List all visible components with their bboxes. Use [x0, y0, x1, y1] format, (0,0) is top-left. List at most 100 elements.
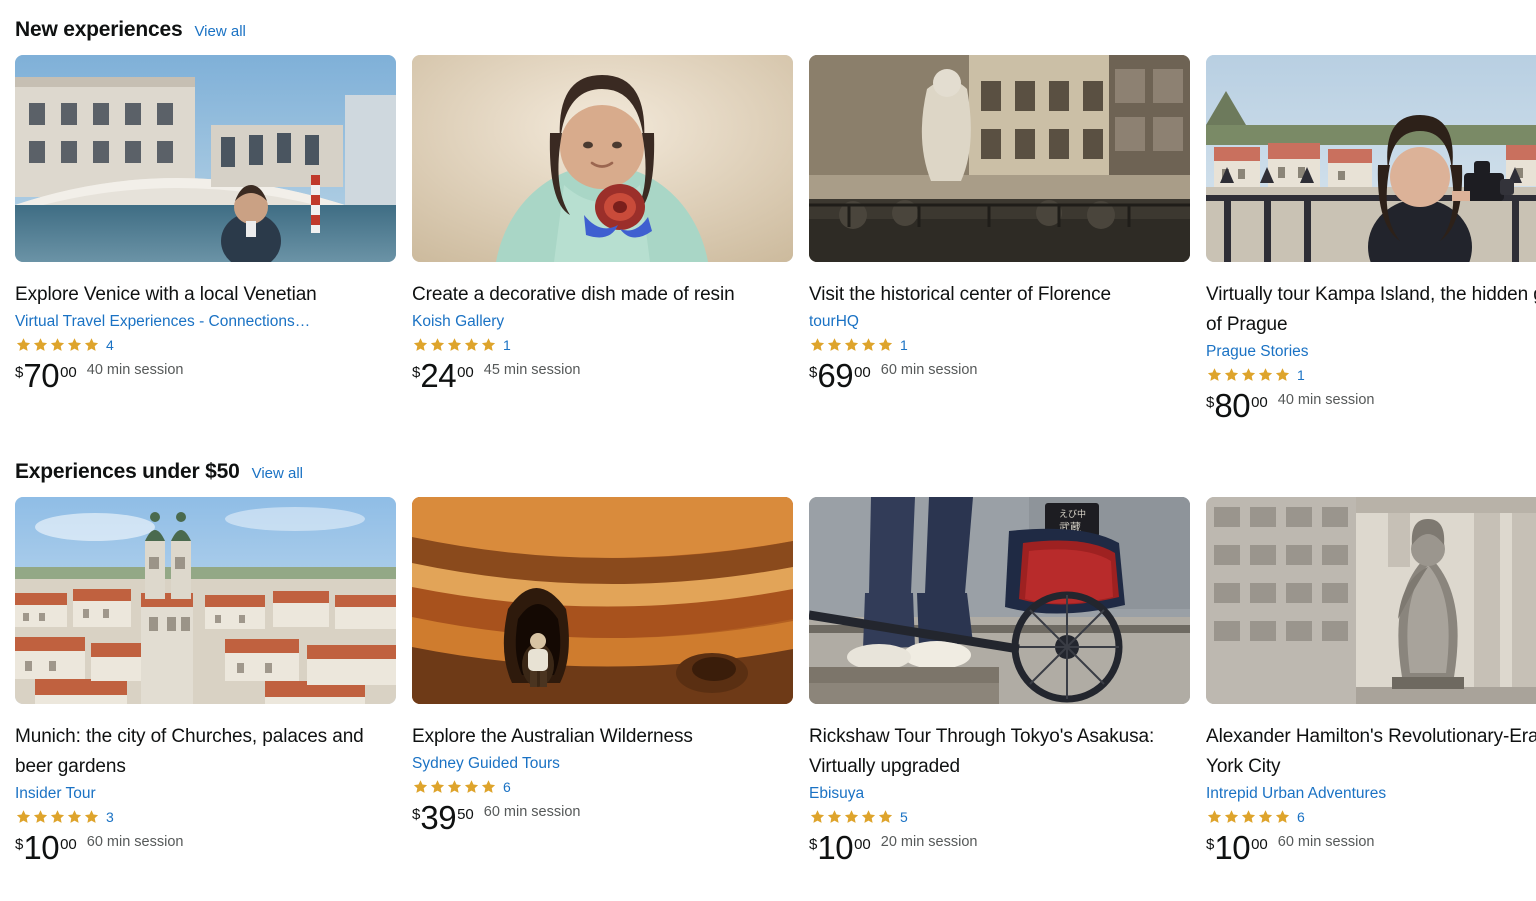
experience-image-florence[interactable]: [809, 55, 1190, 263]
experience-price-row: $24 00 45 min session: [412, 357, 793, 395]
session-duration: 60 min session: [483, 804, 581, 821]
experience-provider-link[interactable]: Prague Stories: [1206, 341, 1536, 363]
price: $39 50: [412, 799, 474, 837]
experience-image-australian-wilderness[interactable]: [412, 497, 793, 705]
experience-provider-link[interactable]: Koish Gallery: [412, 311, 793, 333]
price-currency-symbol: $: [809, 836, 818, 854]
rating-count-link[interactable]: 1: [503, 338, 511, 352]
experience-rating: 1: [809, 336, 1190, 354]
section-new-experiences: New experiences View all Explore Venice …: [0, 0, 1536, 422]
rating-count-link[interactable]: 1: [900, 338, 908, 352]
experience-card-grid: Explore Venice with a local Venetian Vir…: [15, 55, 1536, 422]
price: $10 00: [15, 831, 77, 864]
experience-rating: 1: [412, 336, 793, 354]
price-currency-symbol: $: [412, 364, 421, 382]
section-header: Experiences under $50 View all: [15, 459, 1521, 497]
star-rating-icon[interactable]: [412, 779, 497, 795]
experience-card[interactable]: Create a decorative dish made of resin K…: [412, 55, 793, 395]
experience-title[interactable]: Alexander Hamilton's Revolutionary-Era N…: [1206, 722, 1536, 782]
session-duration: 40 min session: [1277, 392, 1375, 409]
experience-provider-link[interactable]: Ebisuya: [809, 783, 1190, 805]
experience-rating: 6: [412, 778, 793, 796]
experience-title[interactable]: Rickshaw Tour Through Tokyo's Asakusa: V…: [809, 722, 1190, 782]
experience-image-munich[interactable]: [15, 497, 396, 705]
price: $24 00: [412, 357, 474, 395]
experience-rating: 1: [1206, 366, 1536, 384]
svg-text:えび中: えび中: [1059, 508, 1086, 519]
price-fraction: 00: [1251, 836, 1268, 854]
star-rating-icon[interactable]: [15, 809, 100, 825]
experience-rating: 3: [15, 808, 396, 826]
experience-price-row: $10 00 60 min session: [1206, 829, 1536, 867]
price-whole: 80: [1214, 387, 1251, 425]
price-fraction: 00: [60, 836, 77, 854]
price-whole: 10: [1214, 829, 1251, 867]
experience-title[interactable]: Create a decorative dish made of resin: [412, 280, 793, 310]
price-currency-symbol: $: [809, 364, 818, 382]
experience-price-row: $39 50 60 min session: [412, 799, 793, 837]
experience-provider-link[interactable]: tourHQ: [809, 311, 1190, 333]
rating-count-link[interactable]: 6: [503, 780, 511, 794]
experience-title[interactable]: Visit the historical center of Florence: [809, 280, 1190, 310]
experience-card[interactable]: Explore the Australian Wilderness Sydney…: [412, 497, 793, 837]
price-currency-symbol: $: [15, 364, 24, 382]
experience-card[interactable]: Munich: the city of Churches, palaces an…: [15, 497, 396, 864]
experience-title[interactable]: Virtually tour Kampa Island, the hidden …: [1206, 280, 1536, 340]
star-rating-icon[interactable]: [1206, 367, 1291, 383]
rating-count-link[interactable]: 5: [900, 810, 908, 824]
star-rating-icon[interactable]: [15, 337, 100, 353]
experience-title[interactable]: Explore the Australian Wilderness: [412, 722, 793, 752]
experience-card[interactable]: Explore Venice with a local Venetian Vir…: [15, 55, 396, 395]
price-fraction: 00: [457, 364, 474, 382]
price-fraction: 00: [60, 364, 77, 382]
experience-image-tokyo-rickshaw[interactable]: えび中 武蔵: [809, 497, 1190, 705]
experience-price-row: $69 00 60 min session: [809, 357, 1190, 395]
experience-provider-link[interactable]: Intrepid Urban Adventures: [1206, 783, 1536, 805]
experience-card[interactable]: Visit the historical center of Florence …: [809, 55, 1190, 395]
price-whole: 24: [420, 357, 457, 395]
price-whole: 70: [23, 357, 60, 395]
experience-rating: 4: [15, 336, 396, 354]
price-fraction: 00: [854, 836, 871, 854]
price-whole: 69: [817, 357, 854, 395]
experience-image-venice[interactable]: [15, 55, 396, 263]
price: $80 00: [1206, 387, 1268, 425]
rating-count-link[interactable]: 6: [1297, 810, 1305, 824]
session-duration: 40 min session: [86, 362, 184, 379]
experience-title[interactable]: Munich: the city of Churches, palaces an…: [15, 722, 396, 782]
experience-card[interactable]: Virtually tour Kampa Island, the hidden …: [1206, 55, 1536, 425]
page-title: Experiences under $50: [15, 460, 240, 484]
rating-count-link[interactable]: 3: [106, 810, 114, 824]
experience-price-row: $70 00 40 min session: [15, 357, 396, 395]
experience-provider-link[interactable]: Virtual Travel Experiences - Connections…: [15, 311, 396, 333]
experience-card[interactable]: Alexander Hamilton's Revolutionary-Era N…: [1206, 497, 1536, 867]
star-rating-icon[interactable]: [1206, 809, 1291, 825]
session-duration: 60 min session: [880, 362, 978, 379]
experience-price-row: $80 00 40 min session: [1206, 387, 1536, 425]
price-whole: 39: [420, 799, 457, 837]
experience-title[interactable]: Explore Venice with a local Venetian: [15, 280, 396, 310]
experience-price-row: $10 00 20 min session: [809, 829, 1190, 867]
view-all-link-under-50[interactable]: View all: [252, 465, 303, 483]
price-currency-symbol: $: [15, 836, 24, 854]
experience-rating: 5: [809, 808, 1190, 826]
experience-image-resin-dish[interactable]: [412, 55, 793, 263]
view-all-link-new-experiences[interactable]: View all: [194, 23, 245, 41]
price-currency-symbol: $: [1206, 836, 1215, 854]
star-rating-icon[interactable]: [809, 809, 894, 825]
experience-card[interactable]: えび中 武蔵 Rickshaw Tour Through Tokyo's Asa…: [809, 497, 1190, 867]
experience-provider-link[interactable]: Insider Tour: [15, 783, 396, 805]
rating-count-link[interactable]: 1: [1297, 368, 1305, 382]
experience-provider-link[interactable]: Sydney Guided Tours: [412, 753, 793, 775]
experiences-page: New experiences View all Explore Venice …: [0, 0, 1536, 901]
star-rating-icon[interactable]: [809, 337, 894, 353]
price: $10 00: [1206, 829, 1268, 867]
experience-image-prague[interactable]: [1206, 55, 1536, 263]
price-whole: 10: [817, 829, 854, 867]
star-rating-icon[interactable]: [412, 337, 497, 353]
experience-price-row: $10 00 60 min session: [15, 831, 396, 864]
experience-image-new-york[interactable]: [1206, 497, 1536, 705]
rating-count-link[interactable]: 4: [106, 338, 114, 352]
price-fraction: 00: [854, 364, 871, 382]
price: $10 00: [809, 829, 871, 867]
